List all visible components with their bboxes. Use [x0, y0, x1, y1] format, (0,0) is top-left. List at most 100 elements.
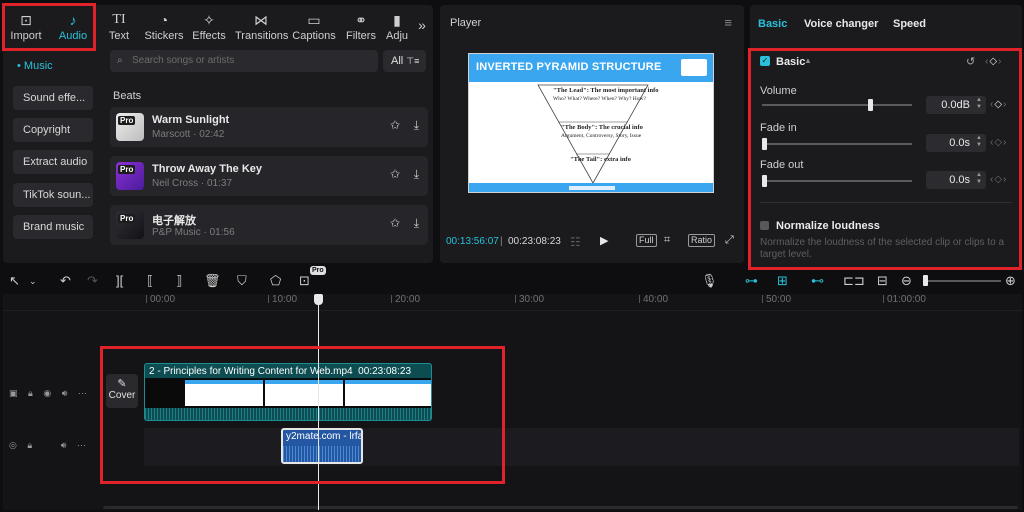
tab-import[interactable]: ⊡ Import	[7, 9, 45, 47]
fade-in-value-field[interactable]: 0.0s ▲ ▼	[926, 134, 986, 152]
tab-speed[interactable]: Speed	[893, 18, 926, 30]
track-item[interactable]: Pro Warm Sunlight Marscott · 02:42 ✩ ⤓	[110, 107, 428, 147]
volume-slider[interactable]	[762, 99, 912, 111]
lock-icon[interactable]: 🔒︎	[27, 440, 32, 451]
select-cursor-icon[interactable]: ↖	[9, 273, 20, 289]
keyframe-icon[interactable]: ‹◇›	[990, 174, 1007, 185]
basic-checkbox[interactable]: ✓	[760, 56, 770, 66]
search-input[interactable]: ⌕ Search songs or artists	[110, 50, 378, 72]
tab-filters[interactable]: ⚭ Filters	[344, 9, 378, 47]
fade-out-slider[interactable]	[762, 175, 912, 187]
lock-icon[interactable]: 🔒︎	[28, 388, 33, 399]
split-right-icon[interactable]: ⟧	[176, 273, 182, 289]
reset-icon[interactable]: ↺	[966, 55, 975, 68]
speaker-icon[interactable]: 🔊︎	[61, 440, 67, 451]
video-clip-thumbnails	[145, 378, 431, 408]
undo-icon[interactable]: ↶	[60, 273, 71, 289]
playhead[interactable]	[318, 294, 319, 510]
preview-axis-icon[interactable]: ⊷	[811, 273, 824, 289]
category-brand-music[interactable]: Brand music	[13, 215, 93, 239]
ratio-button[interactable]: Ratio	[688, 234, 716, 247]
category-sound-effects[interactable]: Sound effe...	[13, 86, 93, 110]
track-item[interactable]: Pro Throw Away The Key Neil Cross · 01:3…	[110, 156, 428, 196]
split-icon[interactable]: ][	[116, 273, 123, 289]
cover-button[interactable]: ✎ Cover	[106, 374, 138, 408]
crop-icon[interactable]: ⌗	[664, 234, 670, 247]
video-preview[interactable]: INVERTED PYRAMID STRUCTURE "The Lead": T…	[468, 53, 714, 193]
filter-icon: ⚭	[355, 12, 367, 28]
microphone-icon[interactable]: 🎙	[701, 273, 718, 289]
zoom-slider[interactable]	[923, 280, 1001, 282]
volume-value-field[interactable]: 0.0dB ▲ ▼	[926, 96, 986, 114]
zoom-slider-handle[interactable]	[923, 275, 928, 286]
track-thumbnail: Pro	[116, 162, 144, 190]
tab-stickers[interactable]: ◔ Stickers	[143, 9, 185, 47]
menu-icon[interactable]: ≡	[724, 15, 732, 30]
sticker-icon: ◔	[159, 12, 169, 28]
favorite-star-icon[interactable]: ✩	[390, 167, 400, 181]
horizontal-scrollbar[interactable]	[103, 506, 1018, 509]
keyframe-icon[interactable]: ‹◇›	[990, 99, 1007, 110]
category-extract-audio[interactable]: Extract audio	[13, 150, 93, 174]
keyframe-icon[interactable]: ‹◇›	[985, 56, 1002, 67]
download-icon[interactable]: ⤓	[414, 216, 419, 231]
download-icon[interactable]: ⤓	[414, 118, 419, 133]
collapse-caret-icon[interactable]: ▲	[804, 56, 812, 65]
keyframe-icon[interactable]: ‹◇›	[990, 137, 1007, 148]
full-button[interactable]: Full	[636, 234, 657, 247]
fit-screen-icon[interactable]: ⊟	[877, 273, 888, 289]
tab-text[interactable]: TI Text	[104, 9, 134, 47]
zoom-in-icon[interactable]: ⊕	[1005, 273, 1016, 289]
tab-effects[interactable]: ✧ Effects	[191, 9, 227, 47]
fade-in-slider[interactable]	[762, 138, 912, 150]
stepper-icon[interactable]: ▲ ▼	[976, 172, 982, 186]
category-copyright[interactable]: Copyright	[13, 118, 93, 142]
tab-captions[interactable]: ▭ Captions	[292, 9, 336, 47]
tab-audio[interactable]: ♪ Audio	[53, 9, 93, 47]
fade-out-slider-handle[interactable]	[762, 175, 767, 187]
track-item[interactable]: Pro 电子解放 P&P Music · 01:56 ✩ ⤓	[110, 205, 428, 245]
fade-in-label: Fade in	[760, 122, 797, 134]
playhead-handle[interactable]	[314, 294, 323, 305]
divider	[760, 202, 1012, 203]
tab-basic[interactable]: Basic	[758, 18, 787, 30]
split-screen-icon[interactable]: ⊏⊐	[843, 273, 865, 289]
fullscreen-icon[interactable]: ⤢	[725, 234, 734, 247]
favorite-star-icon[interactable]: ✩	[390, 118, 400, 132]
play-icon[interactable]: ▶	[600, 234, 608, 247]
marker-icon[interactable]: ⬠	[270, 273, 281, 289]
timeline[interactable]: 00:00 10:00 20:00 30:00 40:00 50:00 01:0…	[3, 294, 1022, 510]
redo-icon[interactable]: ↷	[87, 273, 98, 289]
chevron-down-icon[interactable]: ⌄	[29, 273, 37, 289]
speaker-icon[interactable]: 🔊︎	[62, 388, 68, 399]
more-icon[interactable]: ···	[78, 388, 87, 398]
audio-clip[interactable]: y2mate.com - lrfa	[281, 428, 363, 464]
normalize-checkbox[interactable]	[760, 221, 769, 230]
stepper-icon[interactable]: ▲ ▼	[976, 135, 982, 149]
category-music[interactable]: • Music	[13, 54, 93, 78]
ruler-tick: 10:00	[268, 294, 297, 305]
video-clip[interactable]: 2 - Principles for Writing Content for W…	[144, 363, 432, 421]
grid-icon[interactable]: ☷	[570, 235, 581, 249]
tab-voice-changer[interactable]: Voice changer	[804, 18, 878, 30]
adjust-icon: ▮	[393, 12, 401, 28]
fade-in-slider-handle[interactable]	[762, 138, 767, 150]
freeze-shield-icon[interactable]: ⛉	[237, 273, 247, 289]
category-tiktok-sounds[interactable]: TikTok soun...	[13, 183, 93, 207]
magnet-snap-icon[interactable]: ⊶	[745, 273, 758, 289]
stepper-icon[interactable]: ▲ ▼	[976, 97, 982, 111]
delete-icon[interactable]: 🗑	[204, 273, 221, 289]
volume-slider-handle[interactable]	[868, 99, 873, 111]
ai-edit-icon[interactable]: ⊡	[299, 273, 310, 289]
filter-all-button[interactable]: All ⊤≡	[383, 50, 426, 72]
eye-icon[interactable]: ◉	[43, 388, 51, 399]
favorite-star-icon[interactable]: ✩	[390, 216, 400, 230]
more-icon[interactable]: ···	[77, 440, 86, 450]
link-clips-icon[interactable]: ⊞	[777, 273, 788, 289]
zoom-out-icon[interactable]: ⊖	[901, 273, 912, 289]
fade-out-value-field[interactable]: 0.0s ▲ ▼	[926, 171, 986, 189]
tab-transitions[interactable]: ⋈ Transitions	[235, 9, 288, 47]
split-left-icon[interactable]: ⟦	[147, 273, 153, 289]
download-icon[interactable]: ⤓	[414, 167, 419, 182]
tab-adjust[interactable]: ▮ Adju	[384, 9, 410, 47]
